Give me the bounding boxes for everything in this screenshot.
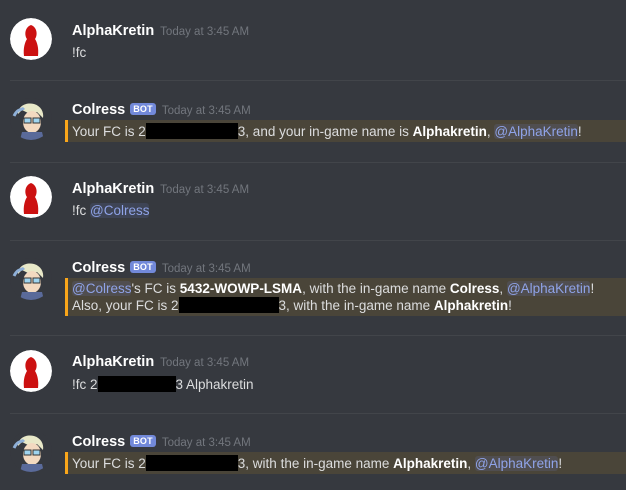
message-text: !fc 23 Alphakretin (72, 376, 254, 392)
message-header: Colress BOT Today at 3:45 AM (72, 101, 251, 119)
timestamp: Today at 3:45 AM (161, 105, 251, 117)
avatar[interactable] (10, 176, 52, 218)
message-header: Colress BOT Today at 3:45 AM (72, 259, 251, 277)
author-name[interactable]: Colress (72, 260, 125, 276)
divider (10, 335, 626, 336)
message-text: Your FC is 2 3, and your in-game name is … (72, 123, 582, 139)
user-mention[interactable]: @AlphaKretin (474, 456, 559, 471)
author-name[interactable]: AlphaKretin (72, 23, 154, 39)
timestamp: Today at 3:45 AM (160, 184, 250, 196)
message-text: Your FC is 2 3, with the in-game name Alp… (72, 455, 563, 471)
bot-avatar[interactable] (10, 98, 52, 140)
avatar[interactable] (10, 18, 52, 60)
timestamp: Today at 3:45 AM (161, 263, 251, 275)
redacted-block (97, 376, 176, 392)
author-name[interactable]: Colress (72, 434, 125, 450)
redacted-block (145, 455, 238, 471)
author-name[interactable]: AlphaKretin (72, 354, 154, 370)
divider (10, 162, 626, 163)
user-mention[interactable]: @Colress (72, 281, 132, 296)
avatar[interactable] (10, 350, 52, 392)
message-header: AlphaKretin Today at 3:45 AM (72, 22, 249, 40)
message-text: !fc @Colress (72, 203, 150, 218)
message-header: Colress BOT Today at 3:45 AM (72, 433, 251, 451)
divider (10, 80, 626, 81)
user-mention[interactable]: @Colress (90, 203, 150, 218)
bot-tag: BOT (130, 261, 156, 273)
redacted-block (178, 297, 279, 313)
bot-tag: BOT (130, 435, 156, 447)
bot-avatar[interactable] (10, 430, 52, 472)
divider (10, 413, 626, 414)
message-line-1: @Colress's FC is 5432-WOWP-LSMA, with th… (72, 281, 595, 296)
user-mention[interactable]: @AlphaKretin (506, 281, 591, 296)
author-name[interactable]: AlphaKretin (72, 181, 154, 197)
message-header: AlphaKretin Today at 3:45 AM (72, 180, 249, 198)
user-mention[interactable]: @AlphaKretin (494, 124, 578, 139)
redacted-block (145, 123, 238, 139)
bot-avatar[interactable] (10, 258, 52, 300)
message-text: !fc (72, 45, 87, 60)
author-name[interactable]: Colress (72, 102, 125, 118)
divider (10, 240, 626, 241)
bot-tag: BOT (130, 103, 156, 115)
timestamp: Today at 3:45 AM (161, 437, 251, 449)
timestamp: Today at 3:45 AM (160, 357, 250, 369)
timestamp: Today at 3:45 AM (160, 26, 250, 38)
message-line-2: Also, your FC is 2 3, with the in-game na… (72, 297, 512, 313)
message-header: AlphaKretin Today at 3:45 AM (72, 353, 249, 371)
